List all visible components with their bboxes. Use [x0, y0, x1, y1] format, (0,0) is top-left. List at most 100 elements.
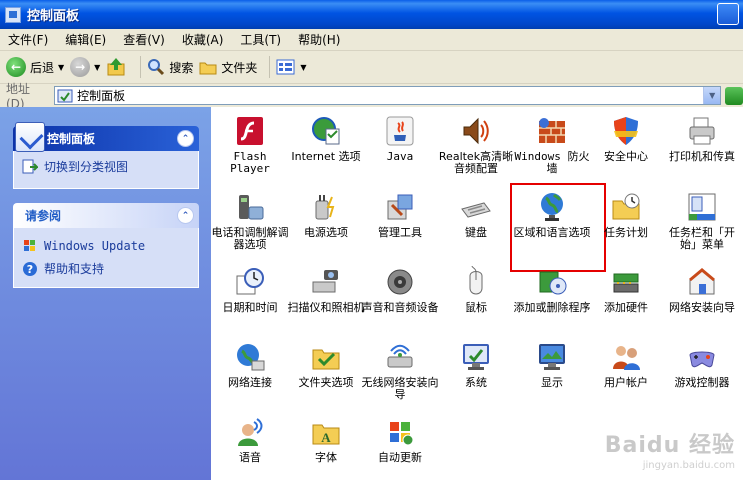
address-value: 控制面板 [77, 89, 126, 103]
back-dropdown-icon[interactable]: ▼ [58, 63, 64, 72]
item-phone-modem[interactable]: 电话和调制解调器选项 [211, 185, 289, 257]
item-windows-firewall[interactable]: Windows 防火墙 [513, 109, 591, 181]
folders-button[interactable]: 文件夹 [199, 59, 257, 76]
item-add-hardware[interactable]: 添加硬件 [587, 260, 665, 332]
shield-icon [614, 117, 638, 145]
item-java[interactable]: Java [361, 109, 439, 181]
menu-edit[interactable]: 编辑(E) [65, 31, 106, 48]
item-taskbar-start[interactable]: 任务栏和「开始」菜单 [663, 185, 741, 257]
item-date-time[interactable]: 日期和时间 [211, 260, 289, 332]
window-control-button[interactable] [717, 3, 739, 25]
forward-button[interactable]: → ▼ [70, 57, 100, 77]
scanner-icon [312, 270, 338, 293]
users-icon [613, 346, 640, 370]
item-network-connections[interactable]: 网络连接 [211, 335, 289, 407]
menu-tools[interactable]: 工具(T) [240, 31, 281, 48]
gamepad-icon [689, 351, 715, 368]
item-game-controllers[interactable]: 游戏控制器 [663, 335, 741, 407]
item-folder-options[interactable]: 文件夹选项 [287, 335, 365, 407]
flash-icon [237, 117, 263, 145]
item-internet-options[interactable]: Internet 选项 [287, 109, 365, 181]
item-label: 电源选项 [304, 226, 348, 239]
item-system[interactable]: 系统 [437, 335, 515, 407]
item-regional-language[interactable]: 区域和语言选项 [510, 183, 606, 272]
system-icon [463, 344, 489, 370]
keyboard-icon [461, 202, 491, 218]
switch-category-view-link[interactable]: 切换到分类视图 [22, 158, 190, 175]
wireless-icon [387, 344, 413, 368]
item-mouse[interactable]: 鼠标 [437, 260, 515, 332]
item-display[interactable]: 显示 [513, 335, 591, 407]
internet-options-icon [312, 117, 340, 145]
item-scheduled-tasks[interactable]: 任务计划 [587, 185, 665, 257]
control-panel-icon [5, 6, 21, 23]
admin-tools-icon [387, 194, 413, 220]
menu-favorites[interactable]: 收藏(A) [182, 31, 224, 48]
help-support-link[interactable]: ? 帮助和支持 [22, 260, 190, 277]
item-fonts[interactable]: A 字体 [287, 410, 365, 480]
svg-text:?: ? [27, 263, 33, 276]
item-sound-audio[interactable]: 声音和音频设备 [361, 260, 439, 332]
item-admin-tools[interactable]: 管理工具 [361, 185, 439, 257]
item-realtek-audio[interactable]: Realtek高清晰音频配置 [437, 109, 515, 181]
scheduled-tasks-icon [612, 193, 640, 220]
menu-help[interactable]: 帮助(H) [298, 31, 340, 48]
window-title: 控制面板 [27, 9, 80, 24]
item-label: 区域和语言选项 [513, 226, 591, 239]
address-dropdown-icon[interactable]: ▼ [703, 87, 721, 104]
clock-icon [236, 268, 264, 295]
item-speech[interactable]: 语音 [211, 410, 289, 480]
add-remove-icon [539, 271, 567, 295]
search-label: 搜索 [169, 60, 194, 75]
back-arrow-icon: ← [6, 57, 26, 77]
menu-view[interactable]: 查看(V) [123, 31, 165, 48]
address-input[interactable]: 控制面板 ▼ [54, 86, 722, 105]
item-flash-player[interactable]: Flash Player [211, 109, 289, 181]
switch-view-label: 切换到分类视图 [44, 160, 129, 174]
item-label: 文件夹选项 [298, 376, 354, 389]
item-label: 电话和调制解调器选项 [211, 226, 289, 251]
item-label: 安全中心 [604, 150, 648, 163]
item-security-center[interactable]: 安全中心 [587, 109, 665, 181]
item-add-remove-programs[interactable]: 添加或删除程序 [513, 260, 591, 332]
watermark-text: Baidu 经验 [604, 433, 735, 458]
menu-file[interactable]: 文件(F) [8, 31, 48, 48]
see-also-section-header[interactable]: 请参阅 ⌃ [13, 203, 199, 228]
item-power-options[interactable]: 电源选项 [287, 185, 365, 257]
item-network-setup-wizard[interactable]: 网络安装向导 [663, 260, 741, 332]
collapse-chevron-icon[interactable]: ⌃ [177, 207, 194, 224]
up-button[interactable] [106, 56, 128, 78]
item-label: 键盘 [465, 226, 487, 239]
search-button[interactable]: 搜索 [147, 58, 193, 76]
help-support-label: 帮助和支持 [44, 262, 105, 276]
windows-update-link[interactable]: Windows Update [22, 238, 190, 254]
item-automatic-updates[interactable]: 自动更新 [361, 410, 439, 480]
item-label: 字体 [315, 451, 337, 464]
go-button[interactable] [725, 86, 743, 105]
collapse-chevron-icon[interactable]: ⌃ [177, 130, 194, 147]
back-button[interactable]: ← 后退 ▼ [6, 57, 64, 77]
folders-icon [199, 62, 217, 75]
forward-dropdown-icon[interactable]: ▼ [94, 63, 100, 72]
item-label: 无线网络安装向导 [361, 376, 439, 401]
speaker-icon [463, 117, 489, 145]
windows-update-icon [390, 422, 414, 446]
item-wireless-wizard[interactable]: 无线网络安装向导 [361, 335, 439, 407]
folders-label: 文件夹 [221, 60, 258, 75]
windows-logo-icon [24, 240, 35, 251]
control-panel-section-header[interactable]: 控制面板 ⌃ [13, 122, 199, 152]
item-keyboard[interactable]: 键盘 [437, 185, 515, 257]
item-printers-faxes[interactable]: 打印机和传真 [663, 109, 741, 181]
folder-options-icon [312, 349, 340, 370]
menu-bar: 文件(F) 编辑(E) 查看(V) 收藏(A) 工具(T) 帮助(H) [0, 29, 743, 51]
views-icon [276, 59, 295, 75]
up-folder-icon [107, 58, 125, 76]
item-scanners-cameras[interactable]: 扫描仪和照相机 [287, 260, 365, 332]
title-bar[interactable]: 控制面板 [0, 0, 743, 29]
switch-view-icon [22, 159, 38, 173]
taskbar-icon [688, 193, 716, 221]
views-button[interactable]: ▼ [276, 58, 307, 76]
printer-icon [689, 117, 715, 145]
power-icon [315, 195, 335, 220]
item-user-accounts[interactable]: 用户帐户 [587, 335, 665, 407]
